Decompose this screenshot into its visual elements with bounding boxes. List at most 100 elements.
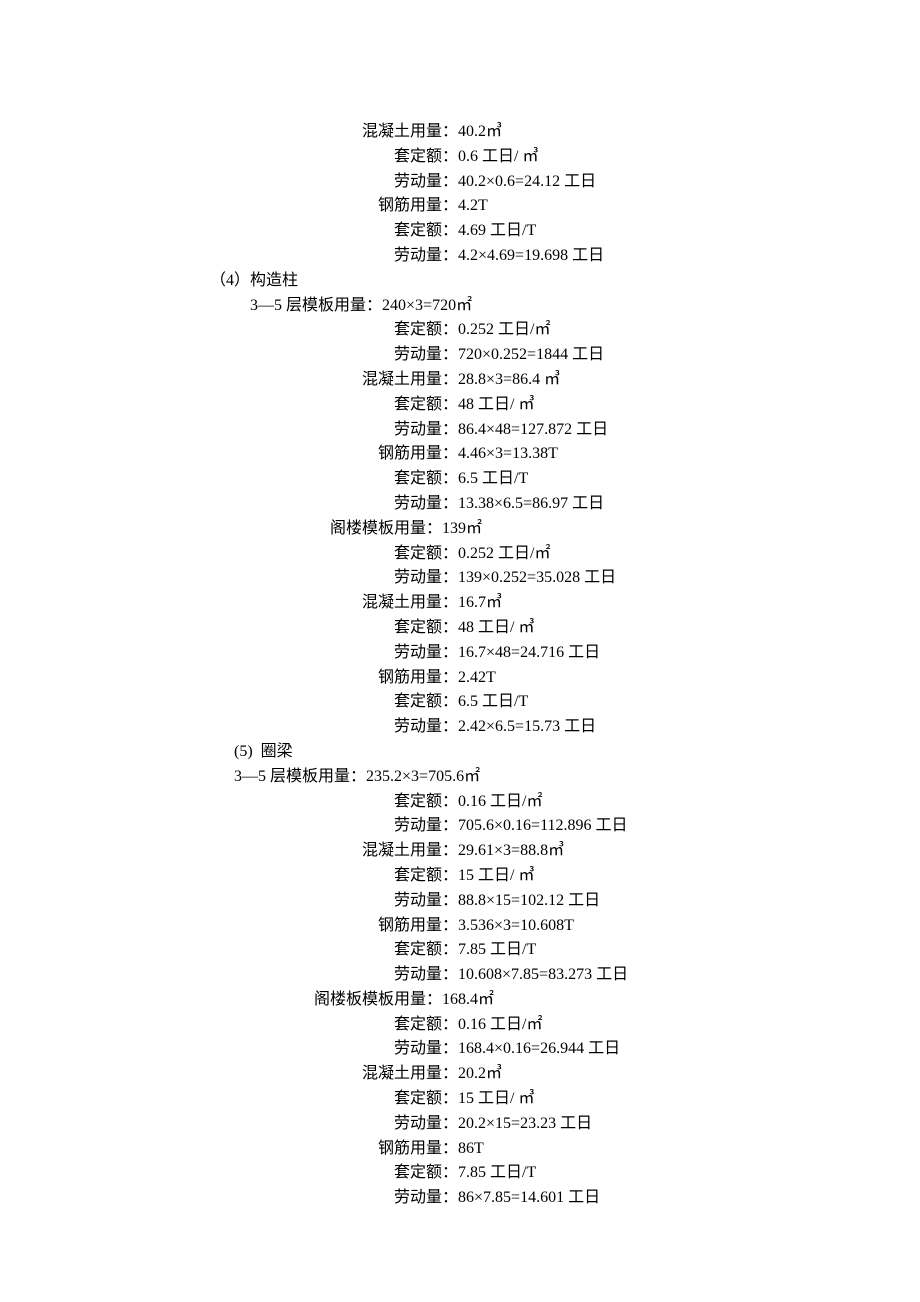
text-line: 阁楼模板用量：139㎡ (170, 517, 750, 542)
line-value: 168.4×0.16=26.944 工日 (458, 1040, 620, 1057)
line-value: 10.608×7.85=83.273 工日 (458, 966, 628, 983)
line-label: 混凝土用量： (362, 594, 458, 611)
text-line: 劳动量：40.2×0.6=24.12 工日 (170, 170, 750, 195)
line-value: 15 工日/ ㎥ (458, 867, 534, 884)
line-value: 240×3=720㎡ (382, 297, 472, 314)
text-line: 阁楼板模板用量：168.4㎡ (170, 988, 750, 1013)
line-label: 钢筋用量： (378, 917, 458, 934)
text-line: 套定额：15 工日/ ㎥ (170, 864, 750, 889)
text-line: 混凝土用量：20.2㎥ (170, 1062, 750, 1087)
line-label: 劳动量： (394, 718, 458, 735)
line-label: 劳动量： (394, 644, 458, 661)
line-label: 劳动量： (394, 892, 458, 909)
line-value: 86.4×48=127.872 工日 (458, 421, 608, 438)
text-line: 劳动量：4.2×4.69=19.698 工日 (170, 244, 750, 269)
line-label: 劳动量： (394, 1040, 458, 1057)
line-label: 钢筋用量： (378, 445, 458, 462)
line-value: 0.16 工日/㎡ (458, 793, 542, 810)
line-label: 阁楼板模板用量： (314, 991, 442, 1008)
line-value: 7.85 工日/T (458, 1164, 536, 1181)
line-value: 48 工日/ ㎥ (458, 396, 534, 413)
text-line: 劳动量：86×7.85=14.601 工日 (170, 1186, 750, 1211)
line-label: 劳动量： (394, 247, 458, 264)
line-value: 139㎡ (442, 520, 482, 537)
line-value: 2.42×6.5=15.73 工日 (458, 718, 596, 735)
line-label: 阁楼模板用量： (330, 520, 442, 537)
text-line: 套定额：6.5 工日/T (170, 690, 750, 715)
text-line: 套定额：0.252 工日/㎡ (170, 542, 750, 567)
text-line: 劳动量：139×0.252=35.028 工日 (170, 566, 750, 591)
text-line: 套定额：4.69 工日/T (170, 219, 750, 244)
text-line: 劳动量：10.608×7.85=83.273 工日 (170, 963, 750, 988)
text-line: 混凝土用量：40.2㎥ (170, 120, 750, 145)
text-line: 3—5 层模板用量：240×3=720㎡ (170, 294, 750, 319)
line-label: 劳动量： (394, 817, 458, 834)
text-line: 3—5 层模板用量：235.2×3=705.6㎡ (170, 765, 750, 790)
line-value: 4.2T (458, 197, 488, 214)
text-line: 套定额：48 工日/ ㎥ (170, 616, 750, 641)
line-label: 劳动量： (394, 495, 458, 512)
line-label: 套定额： (394, 793, 458, 810)
line-label: 套定额： (394, 222, 458, 239)
line-value: 4.46×3=13.38T (458, 445, 558, 462)
line-label: 套定额： (394, 470, 458, 487)
line-value: 139×0.252=35.028 工日 (458, 569, 616, 586)
line-value: 705.6×0.16=112.896 工日 (458, 817, 627, 834)
line-label: 劳动量： (394, 1115, 458, 1132)
line-value: 16.7×48=24.716 工日 (458, 644, 600, 661)
line-label: 套定额： (394, 619, 458, 636)
line-value: 48 工日/ ㎥ (458, 619, 534, 636)
line-label: 劳动量： (394, 421, 458, 438)
line-label: (5) 圈梁 (234, 743, 293, 760)
line-label: 混凝土用量： (362, 371, 458, 388)
line-label: 3—5 层模板用量： (234, 768, 366, 785)
text-line: (5) 圈梁 (170, 740, 750, 765)
text-line: 劳动量：720×0.252=1844 工日 (170, 343, 750, 368)
line-label: 3—5 层模板用量： (250, 297, 382, 314)
line-value: 20.2×15=23.23 工日 (458, 1115, 592, 1132)
text-line: 套定额：48 工日/ ㎥ (170, 393, 750, 418)
line-label: （4）构造柱 (218, 272, 298, 289)
line-label: 钢筋用量： (378, 669, 458, 686)
line-value: 86×7.85=14.601 工日 (458, 1189, 600, 1206)
text-line: 钢筋用量：2.42T (170, 666, 750, 691)
text-line: 混凝土用量：16.7㎥ (170, 591, 750, 616)
line-value: 0.252 工日/㎡ (458, 321, 550, 338)
line-label: 套定额： (394, 1016, 458, 1033)
line-value: 0.252 工日/㎡ (458, 545, 550, 562)
line-value: 3.536×3=10.608T (458, 917, 574, 934)
text-line: 钢筋用量：4.2T (170, 194, 750, 219)
line-label: 混凝土用量： (362, 1065, 458, 1082)
text-line: 钢筋用量：4.46×3=13.38T (170, 442, 750, 467)
line-label: 套定额： (394, 1090, 458, 1107)
line-value: 86T (458, 1140, 484, 1157)
text-line: 劳动量：705.6×0.16=112.896 工日 (170, 814, 750, 839)
line-value: 0.6 工日/ ㎥ (458, 148, 538, 165)
text-line: 套定额：15 工日/ ㎥ (170, 1087, 750, 1112)
text-line: 劳动量：86.4×48=127.872 工日 (170, 418, 750, 443)
line-label: 套定额： (394, 545, 458, 562)
text-line: 套定额：0.6 工日/ ㎥ (170, 145, 750, 170)
line-value: 235.2×3=705.6㎡ (366, 768, 480, 785)
text-line: 套定额：6.5 工日/T (170, 467, 750, 492)
line-value: 15 工日/ ㎥ (458, 1090, 534, 1107)
line-label: 劳动量： (394, 1189, 458, 1206)
text-line: 劳动量：13.38×6.5=86.97 工日 (170, 492, 750, 517)
line-label: 套定额： (394, 148, 458, 165)
line-label: 钢筋用量： (378, 1140, 458, 1157)
text-line: 劳动量：2.42×6.5=15.73 工日 (170, 715, 750, 740)
line-value: 13.38×6.5=86.97 工日 (458, 495, 604, 512)
text-line: （4）构造柱 (170, 269, 750, 294)
line-label: 套定额： (394, 867, 458, 884)
text-line: 劳动量：20.2×15=23.23 工日 (170, 1112, 750, 1137)
text-line: 劳动量：88.8×15=102.12 工日 (170, 889, 750, 914)
line-label: 钢筋用量： (378, 197, 458, 214)
line-label: 套定额： (394, 321, 458, 338)
text-line: 钢筋用量：3.536×3=10.608T (170, 914, 750, 939)
line-label: 劳动量： (394, 346, 458, 363)
line-label: 套定额： (394, 1164, 458, 1181)
document-page: 混凝土用量：40.2㎥ 套定额：0.6 工日/ ㎥ 劳动量：40.2×0.6=2… (0, 0, 920, 1302)
line-value: 40.2×0.6=24.12 工日 (458, 173, 596, 190)
line-label: 套定额： (394, 396, 458, 413)
text-line: 套定额：7.85 工日/T (170, 938, 750, 963)
